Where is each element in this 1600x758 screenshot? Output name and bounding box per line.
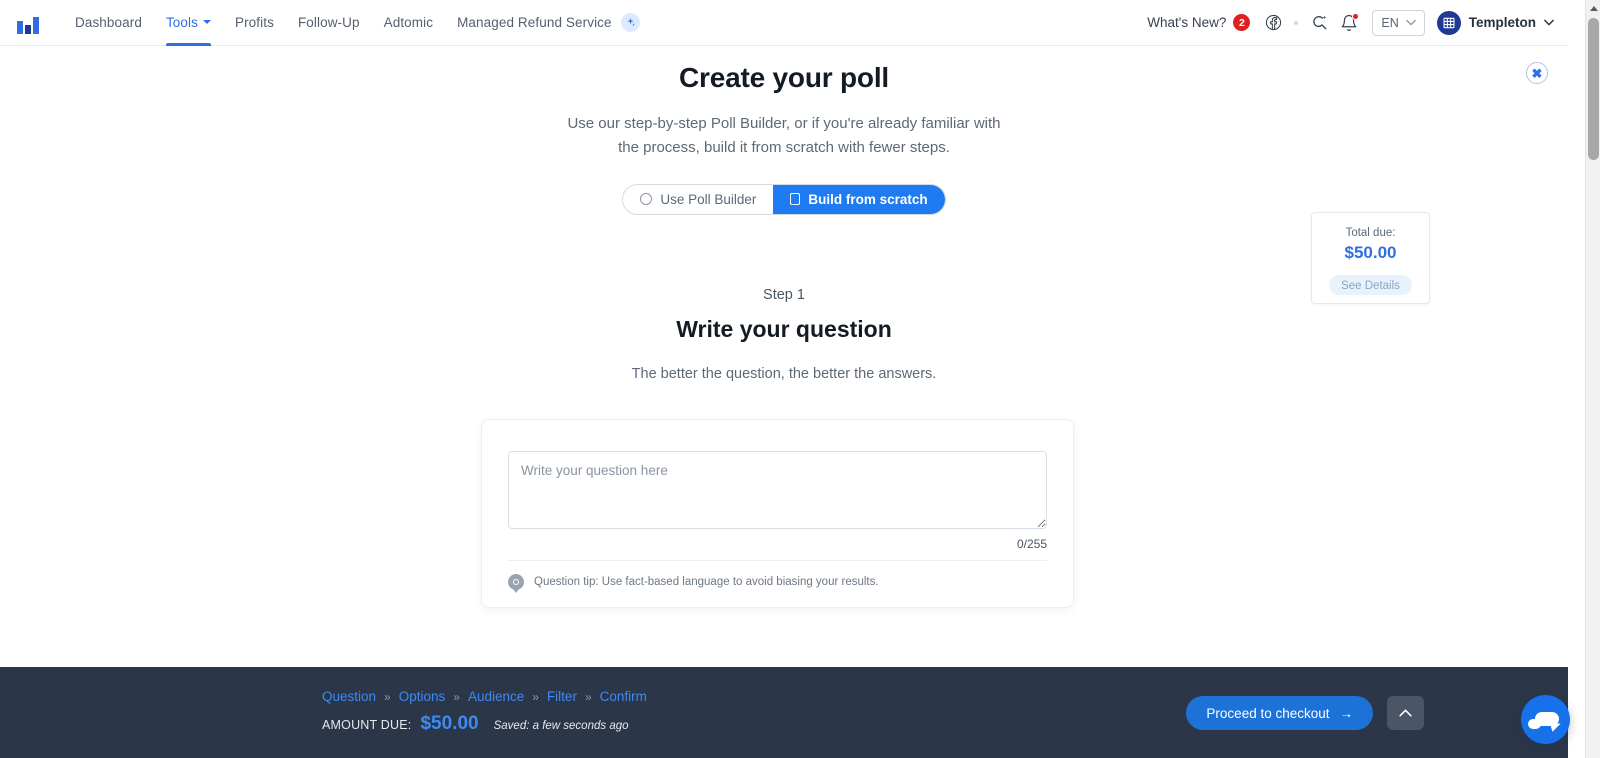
nav-item-label: Profits [234,14,274,30]
nav-item-managed-refund-service[interactable]: Managed Refund Service [445,0,652,46]
question-input[interactable] [508,451,1047,529]
step-title: Write your question [676,315,892,342]
nav-item-label: Tools [165,14,198,30]
notification-dot [1352,12,1360,20]
whats-new-label: What's New? [1147,15,1227,30]
breadcrumb-separator: » [453,689,460,704]
breadcrumb: Question » Options » Audience » Filter »… [322,689,647,704]
breadcrumb-item-options[interactable]: Options [399,689,446,704]
build-mode-toggle: Use Poll Builder Build from scratch [622,183,946,215]
magic-search-icon[interactable] [1304,8,1334,38]
amount-due-value: $50.00 [420,713,479,734]
breadcrumb-separator: » [384,689,391,704]
page-content: ✖ Create your poll Use our step-by-step … [0,46,1568,758]
nav-item-follow-up[interactable]: Follow-Up [286,0,372,46]
see-details-button[interactable]: See Details [1329,275,1412,295]
radio-circle-icon [640,193,653,206]
hero-section: Create your poll Use our step-by-step Po… [0,46,1568,215]
breadcrumb-separator: » [584,689,592,704]
language-selector-value: EN [1381,15,1399,30]
toggle-label: Build from scratch [808,191,928,207]
page-scrollbar[interactable] [1585,0,1600,758]
helium10-logo[interactable] [0,12,63,34]
amount-due-label: AMOUNT DUE: [322,718,412,732]
scroll-up-arrow-icon[interactable] [1586,0,1600,16]
nav-item-label: Dashboard [75,14,142,30]
saved-status: Saved: a few seconds ago [493,720,629,732]
location-pin-icon [508,574,524,590]
proceed-to-checkout-button[interactable]: Proceed to checkout → [1186,696,1373,730]
document-icon [790,193,801,206]
toggle-use-poll-builder[interactable]: Use Poll Builder [623,184,774,214]
character-counter: 0/255 [508,529,1047,561]
total-due-label: Total due: [1345,227,1396,239]
nav-item-label: Adtomic [383,14,434,30]
question-card-body: 0/255 [482,420,1073,561]
nav-item-label: Managed Refund Service [457,14,612,30]
nav-item-adtomic[interactable]: Adtomic [372,0,445,46]
nav-item-dashboard[interactable]: Dashboard [63,0,154,46]
breadcrumb-item-audience[interactable]: Audience [468,689,524,704]
nav-item-profits[interactable]: Profits [223,0,286,46]
chevron-up-icon [1399,709,1412,717]
scrollbar-thumb[interactable] [1588,18,1599,160]
app-root: Dashboard Tools Profits Follow-Up Adtomi… [0,0,1600,758]
sticky-bottom-bar: Question » Options » Audience » Filter »… [0,667,1568,758]
chevron-down-icon [1405,19,1416,26]
breadcrumb-item-confirm[interactable]: Confirm [600,689,647,704]
chat-bubble-icon[interactable] [1521,695,1570,744]
total-due-card: Total due: $50.00 See Details [1311,212,1430,304]
amount-due-row: AMOUNT DUE: $50.00 Saved: a few seconds … [322,713,629,735]
breadcrumb-separator: » [532,689,539,704]
arrow-right-icon: → [1339,705,1354,721]
avatar [1436,10,1461,35]
step-subtitle: The better the question, the better the … [631,365,937,382]
nav-right-cluster: What's New? 2 EN Templeton [1147,0,1568,46]
account-menu[interactable]: Templeton [1436,10,1554,35]
page-subtitle: Use our step-by-step Poll Builder, or if… [567,115,1001,157]
checkout-button-label: Proceed to checkout [1206,705,1330,721]
question-tip-text: Question tip: Use fact-based language to… [534,576,879,588]
toggle-build-from-scratch[interactable]: Build from scratch [773,184,945,214]
chevron-down-icon [202,19,211,24]
nav-item-label: Follow-Up [297,14,360,30]
nav-item-tools[interactable]: Tools [154,0,223,46]
whats-new-badge: 2 [1233,14,1251,31]
facebook-icon[interactable] [1258,8,1288,38]
nav-divider-dot [1294,20,1299,25]
page-title: Create your poll [679,62,889,93]
total-due-amount: $50.00 [1344,243,1397,262]
close-icon[interactable]: ✖ [1526,62,1548,84]
primary-nav-items: Dashboard Tools Profits Follow-Up Adtomi… [63,0,652,46]
breadcrumb-item-question[interactable]: Question [322,689,376,704]
language-selector[interactable]: EN [1372,9,1425,36]
question-tip: Question tip: Use fact-based language to… [482,561,1073,607]
toggle-label: Use Poll Builder [660,191,757,207]
question-card: 0/255 Question tip: Use fact-based langu… [481,419,1074,608]
sparkle-icon [621,12,641,32]
account-name: Templeton [1468,15,1536,30]
top-navigation-bar: Dashboard Tools Profits Follow-Up Adtomi… [0,0,1568,46]
collapse-bar-button[interactable] [1387,696,1424,730]
chevron-down-icon [1544,19,1554,26]
bell-icon[interactable] [1334,8,1364,38]
whats-new-button[interactable]: What's New? 2 [1147,14,1251,31]
breadcrumb-item-filter[interactable]: Filter [547,689,577,704]
